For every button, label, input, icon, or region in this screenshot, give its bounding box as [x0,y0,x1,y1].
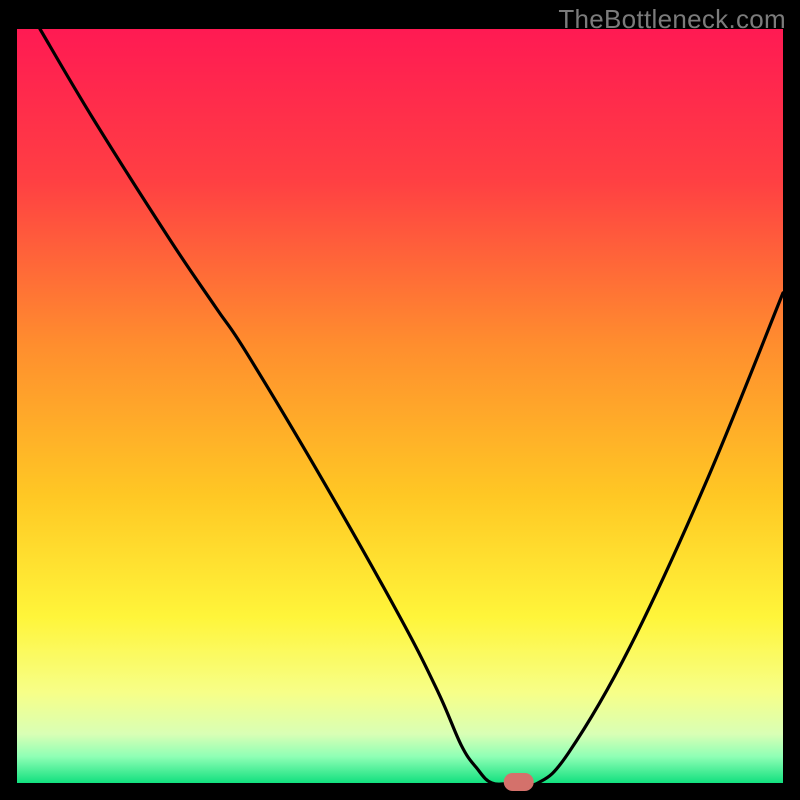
optimal-marker [504,773,534,791]
bottleneck-chart [0,0,800,800]
chart-stage: TheBottleneck.com [0,0,800,800]
watermark-text: TheBottleneck.com [558,4,786,35]
